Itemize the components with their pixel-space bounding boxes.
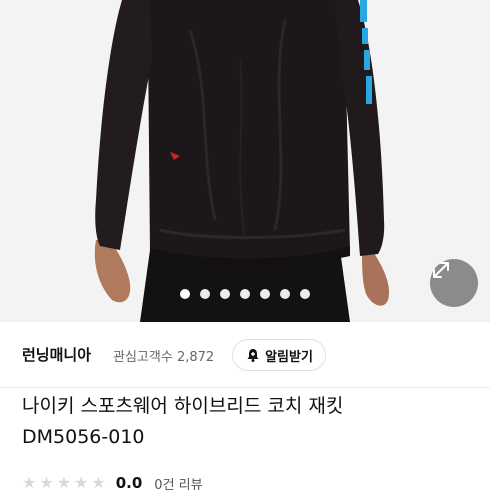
review-count-link[interactable]: 0건 리뷰 <box>154 474 202 490</box>
expand-diagonal-icon <box>433 262 449 278</box>
carousel-dot[interactable] <box>240 289 250 299</box>
bell-plus-icon <box>247 349 259 362</box>
jacket-photo <box>0 0 490 322</box>
star-rating: ★ ★ ★ ★ ★ <box>22 475 106 490</box>
interest-count: 2,872 <box>176 350 215 365</box>
seller-name[interactable]: 런닝매니아 <box>22 344 91 365</box>
interest-label: 관심고객수 <box>113 350 173 365</box>
rating-row: ★ ★ ★ ★ ★ 0.0 0건 리뷰 <box>22 471 203 490</box>
product-code: DM5056-010 <box>22 426 145 448</box>
product-title-line1: 나이키 스포츠웨어 하이브리드 코치 재킷 <box>22 395 344 417</box>
star-icon: ★ <box>39 473 54 490</box>
carousel-dot[interactable] <box>300 289 310 299</box>
interest-customers: 관심고객수 2,872 <box>113 346 214 365</box>
carousel-indicator[interactable] <box>0 289 490 301</box>
rating-value: 0.0 <box>115 474 143 490</box>
seller-bar: 런닝매니아 관심고객수 2,872 알림받기 <box>0 322 490 388</box>
carousel-dot[interactable] <box>260 289 270 299</box>
star-icon: ★ <box>22 473 37 490</box>
product-image[interactable] <box>0 0 490 322</box>
alarm-button[interactable]: 알림받기 <box>232 339 326 371</box>
carousel-dot[interactable] <box>280 289 290 299</box>
expand-image-button[interactable] <box>430 259 478 307</box>
star-icon: ★ <box>74 473 89 490</box>
carousel-dot[interactable] <box>180 289 190 299</box>
product-title: 나이키 스포츠웨어 하이브리드 코치 재킷 DM5056-010 <box>22 391 472 453</box>
star-icon: ★ <box>56 473 72 490</box>
alarm-button-label: 알림받기 <box>265 349 313 365</box>
star-icon: ★ <box>91 473 106 490</box>
carousel-dot[interactable] <box>200 289 210 299</box>
carousel-dot[interactable] <box>220 289 230 299</box>
